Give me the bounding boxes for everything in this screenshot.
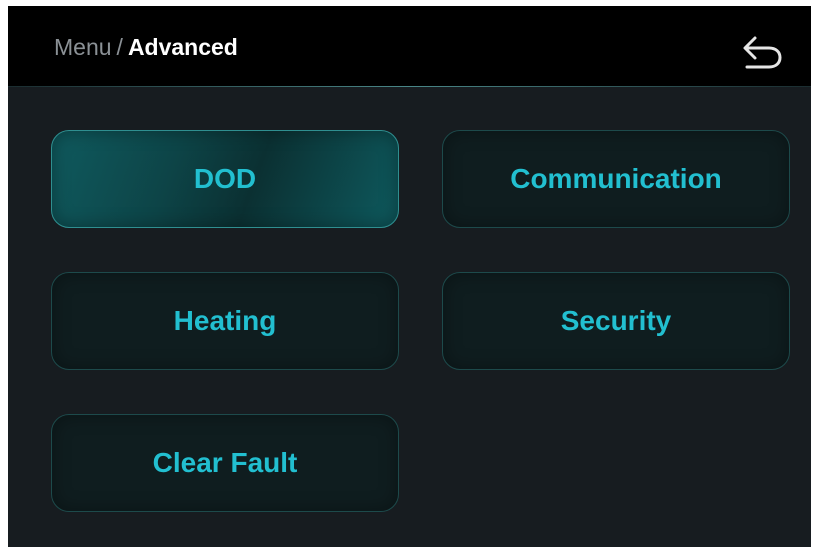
breadcrumb: Menu / Advanced [54, 33, 238, 61]
security-label: Security [560, 305, 672, 336]
clear-fault-label: Clear Fault [152, 447, 298, 478]
back-button[interactable] [731, 26, 785, 70]
communication-button[interactable]: Communication [442, 130, 790, 228]
heating-button[interactable]: Heating [51, 272, 399, 370]
breadcrumb-current: Advanced [127, 34, 238, 60]
header-divider [8, 86, 811, 87]
breadcrumb-root[interactable]: Menu [54, 34, 112, 60]
back-arrow-icon [743, 36, 782, 69]
dod-label: DOD [193, 163, 257, 194]
header-bar: Menu / Advanced [8, 6, 811, 86]
advanced-menu-screen: Menu / Advanced DOD Communication Heating … [8, 6, 811, 547]
security-button[interactable]: Security [442, 272, 790, 370]
breadcrumb-separator: / [116, 34, 123, 60]
communication-label: Communication [510, 163, 722, 194]
heating-label: Heating [173, 305, 277, 336]
clear-fault-button[interactable]: Clear Fault [51, 414, 399, 512]
dod-button[interactable]: DOD [51, 130, 399, 228]
